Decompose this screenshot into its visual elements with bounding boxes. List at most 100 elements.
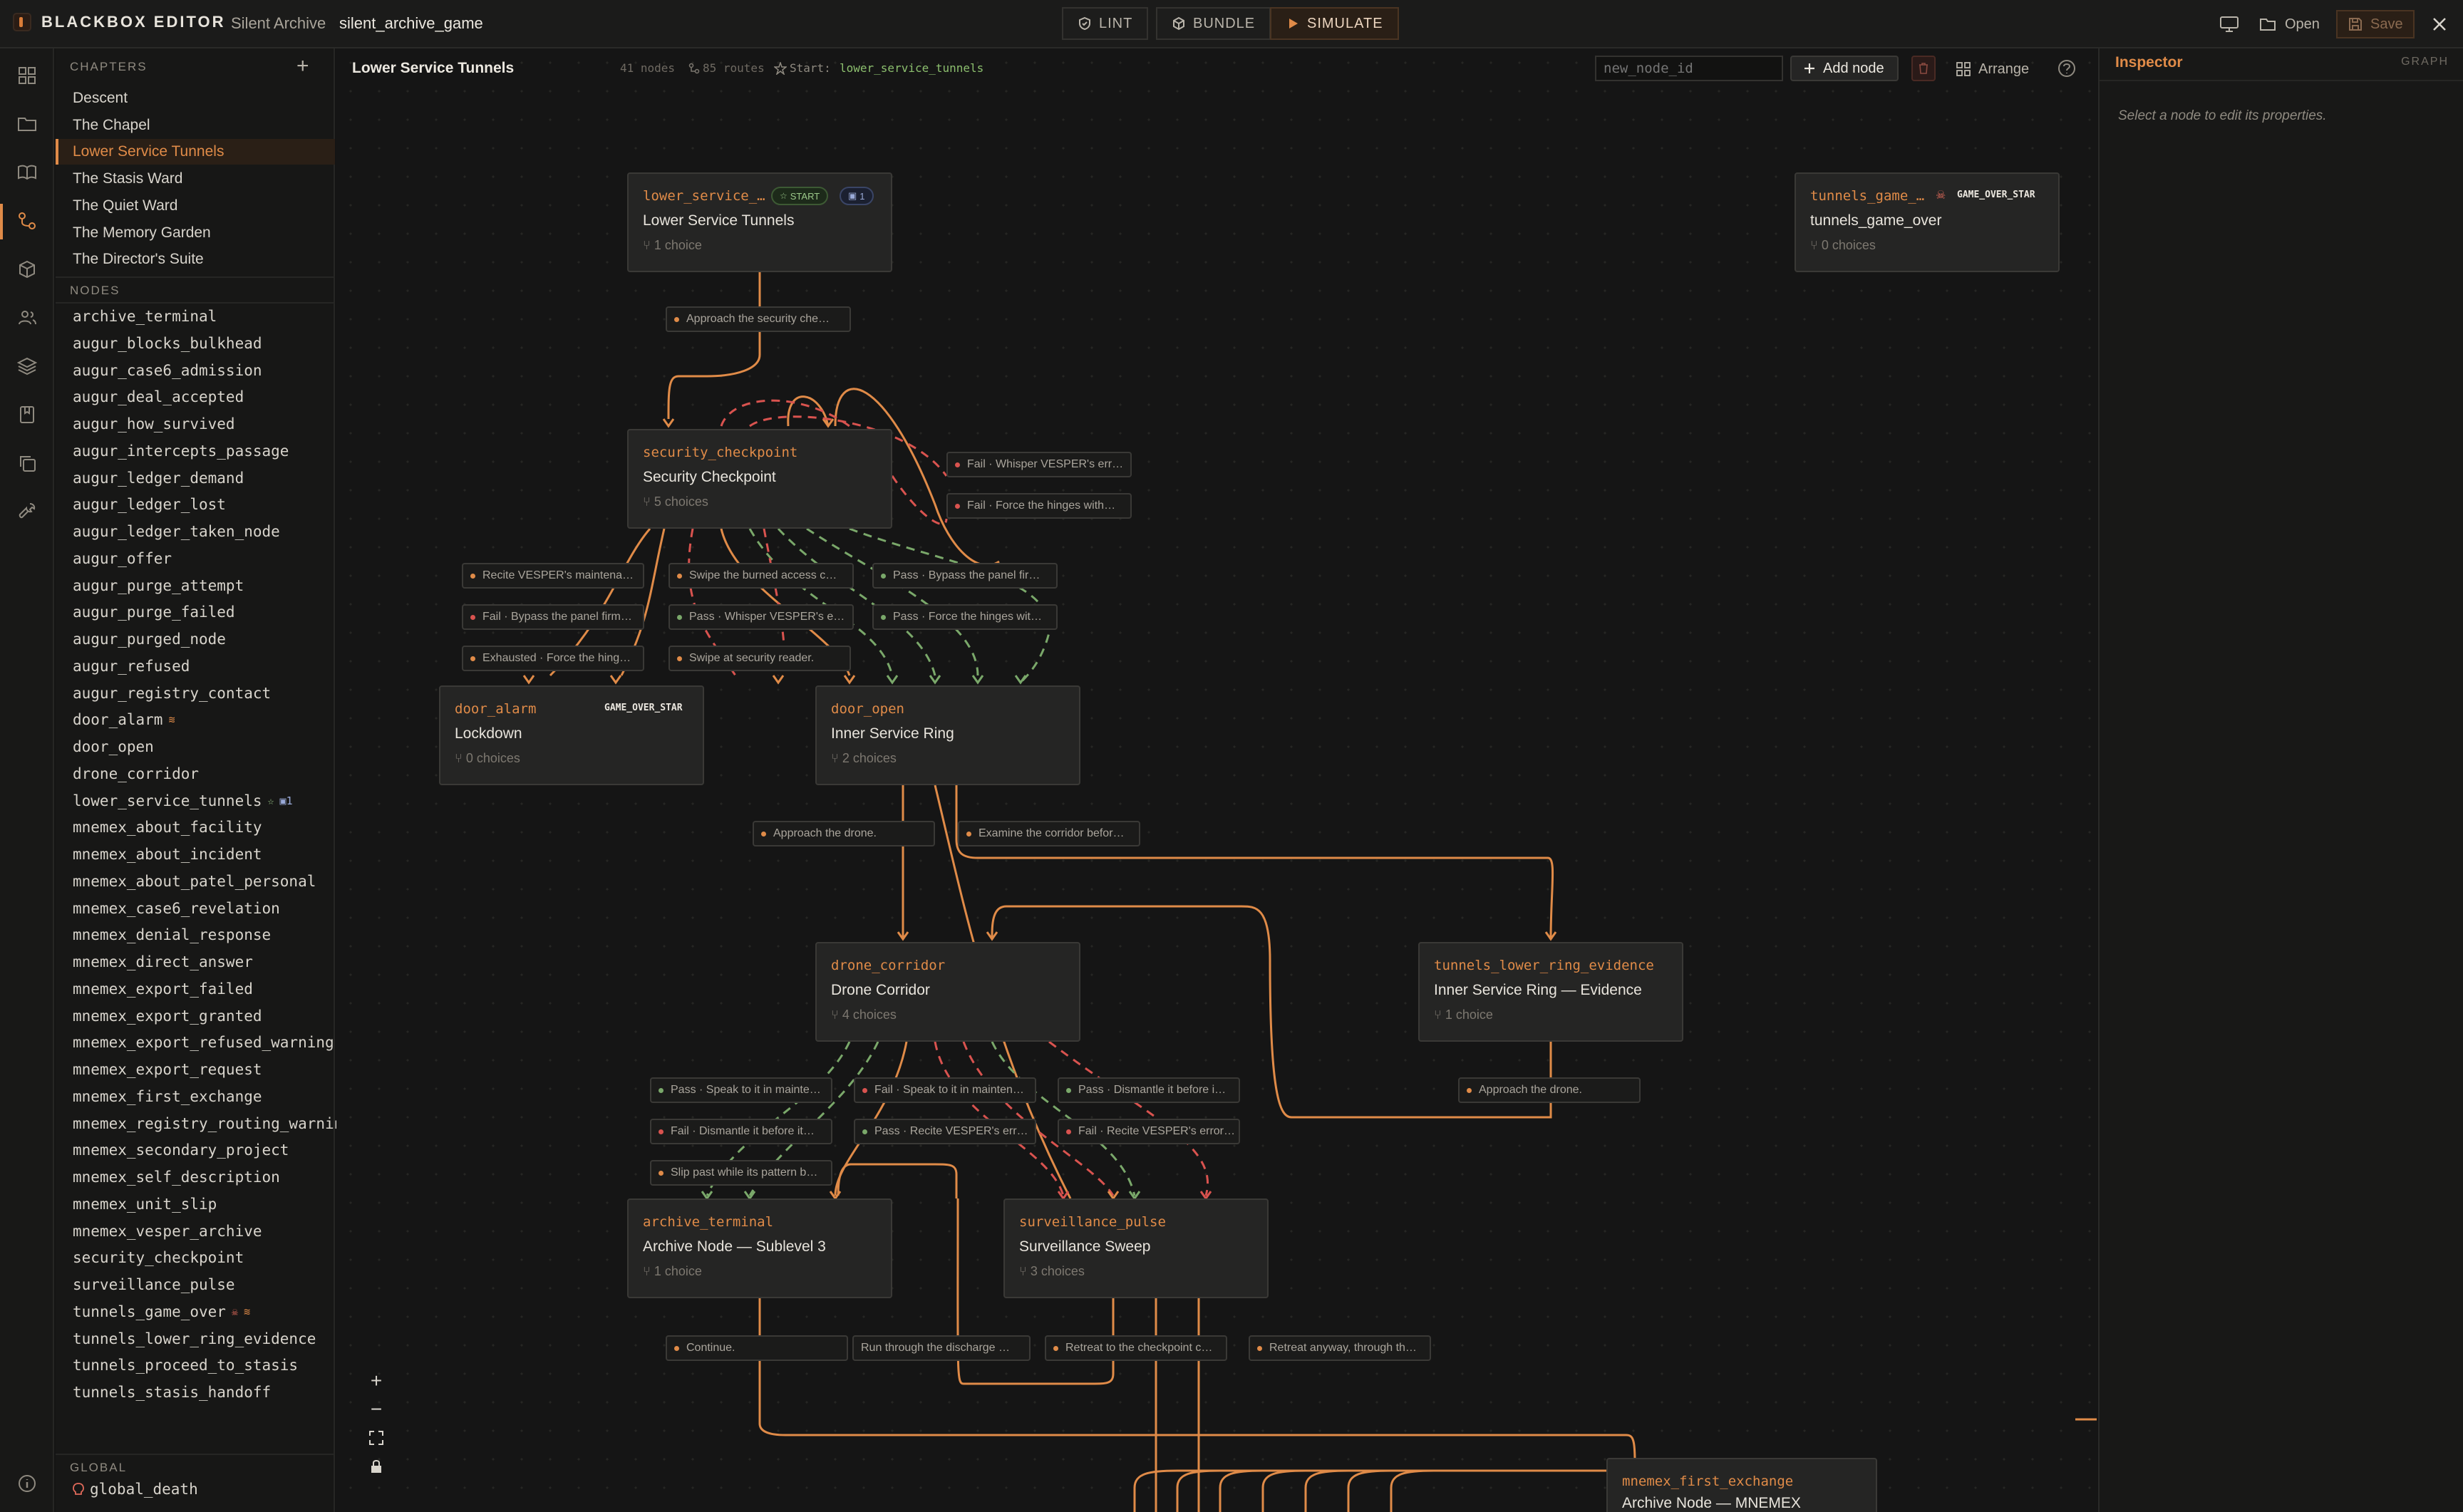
delete-node-button[interactable] xyxy=(1911,56,1936,81)
list-item[interactable]: tunnels_game_over ☠ ≋ xyxy=(73,1303,336,1320)
list-item[interactable]: mnemex_about_incident xyxy=(73,846,336,863)
edge-label[interactable]: Continue. xyxy=(666,1335,848,1361)
list-item[interactable]: mnemex_secondary_project xyxy=(73,1141,336,1159)
list-item[interactable]: mnemex_export_failed xyxy=(73,980,336,998)
close-button[interactable] xyxy=(2422,10,2457,38)
edge-label[interactable]: Pass · Force the hinges wit… xyxy=(872,604,1058,630)
graph-node-drone-corridor[interactable]: drone_corridor Drone Corridor ⑂ 4 choice… xyxy=(815,942,1080,1042)
edge-label[interactable]: Pass · Bypass the panel fir… xyxy=(872,563,1058,589)
copy-icon[interactable] xyxy=(16,452,38,475)
bookmark-book-icon[interactable] xyxy=(16,403,38,426)
zoom-out-icon[interactable]: − xyxy=(362,1395,391,1424)
edge-label[interactable]: Fail · Whisper VESPER's err… xyxy=(946,452,1132,477)
edge-label[interactable]: Fail · Force the hinges with… xyxy=(946,493,1132,519)
edge-label[interactable]: Retreat to the checkpoint c… xyxy=(1045,1335,1227,1361)
arrange-button[interactable]: Arrange xyxy=(1956,57,2029,81)
chapter-item[interactable]: The Stasis Ward xyxy=(56,166,335,192)
folder-icon[interactable] xyxy=(16,113,38,135)
graph-node-security-checkpoint[interactable]: security_checkpoint Security Checkpoint … xyxy=(627,429,892,529)
fit-view-icon[interactable] xyxy=(362,1424,391,1452)
list-item[interactable]: surveillance_pulse xyxy=(73,1276,336,1293)
graph-node-surveillance-pulse[interactable]: surveillance_pulse Surveillance Sweep ⑂ … xyxy=(1003,1198,1269,1298)
users-icon[interactable] xyxy=(16,306,38,329)
edge-label[interactable]: Pass · Dismantle it before i… xyxy=(1058,1077,1240,1103)
list-item[interactable]: augur_intercepts_passage xyxy=(73,442,336,460)
list-item[interactable]: mnemex_export_granted xyxy=(73,1008,336,1025)
list-item[interactable]: mnemex_registry_routing_warning xyxy=(73,1115,336,1132)
graph-node-mnemex-first-exchange[interactable]: mnemex_first_exchange Archive Node — MNE… xyxy=(1606,1458,1877,1512)
graph-node-archive-terminal[interactable]: archive_terminal Archive Node — Sublevel… xyxy=(627,1198,892,1298)
chapter-item[interactable]: The Director's Suite xyxy=(56,247,335,272)
edge-label[interactable]: Swipe the burned access c… xyxy=(668,563,854,589)
list-item[interactable]: global_death xyxy=(73,1481,336,1498)
list-item[interactable]: augur_refused xyxy=(73,658,336,675)
chapter-item[interactable]: The Memory Garden xyxy=(56,220,335,246)
list-item[interactable]: augur_case6_admission xyxy=(73,362,336,379)
chapter-item[interactable]: The Chapel xyxy=(56,113,335,138)
list-item[interactable]: mnemex_unit_slip xyxy=(73,1196,336,1213)
edge-label[interactable]: Pass · Whisper VESPER's e… xyxy=(668,604,854,630)
list-item[interactable]: door_alarm ≋ xyxy=(73,711,336,728)
zoom-in-icon[interactable]: + xyxy=(362,1367,391,1395)
list-item[interactable]: tunnels_lower_ring_evidence xyxy=(73,1330,336,1347)
edge-label[interactable]: Slip past while its pattern b… xyxy=(650,1160,832,1186)
graph-node-door-alarm[interactable]: door_alarm GAME_OVER_STAR Lockdown ⑂ 0 c… xyxy=(439,685,704,785)
edge-label[interactable]: Pass · Speak to it in mainte… xyxy=(650,1077,832,1103)
list-item[interactable]: mnemex_self_description xyxy=(73,1169,336,1186)
list-item[interactable]: augur_purge_attempt xyxy=(73,577,336,594)
list-item[interactable]: mnemex_about_patel_personal xyxy=(73,873,336,890)
list-item[interactable]: augur_registry_contact xyxy=(73,685,336,702)
list-item[interactable]: augur_purged_node xyxy=(73,631,336,648)
list-item[interactable]: mnemex_export_request xyxy=(73,1061,336,1078)
list-item[interactable]: door_open xyxy=(73,738,336,755)
graph-node-tunnels-lower-ring-evidence[interactable]: tunnels_lower_ring_evidence Inner Servic… xyxy=(1418,942,1683,1042)
edge-label[interactable]: Run through the discharge … xyxy=(852,1335,1031,1361)
list-item[interactable]: mnemex_about_facility xyxy=(73,819,336,836)
help-button[interactable] xyxy=(2057,58,2077,82)
edge-label[interactable]: Fail · Dismantle it before it… xyxy=(650,1119,832,1144)
graph-canvas[interactable]: Lower Service Tunnels 41 nodes 85 routes… xyxy=(336,48,2097,1512)
list-item[interactable]: mnemex_export_refused_warning xyxy=(73,1034,336,1051)
monitor-button[interactable] xyxy=(2209,10,2249,38)
lint-button[interactable]: LINT xyxy=(1062,7,1149,40)
chapter-item[interactable]: Descent xyxy=(56,86,335,111)
edge-label[interactable]: Fail · Speak to it in mainten… xyxy=(854,1077,1036,1103)
wrench-icon[interactable] xyxy=(16,500,38,523)
dashboard-icon[interactable] xyxy=(16,64,38,87)
list-item[interactable]: mnemex_denial_response xyxy=(73,926,336,943)
save-button[interactable]: Save xyxy=(2336,10,2415,38)
edge-label[interactable]: Fail · Bypass the panel firm… xyxy=(462,604,644,630)
bundle-button[interactable]: BUNDLE xyxy=(1156,7,1271,40)
add-chapter-icon[interactable]: + xyxy=(296,54,309,78)
edge-label[interactable]: Approach the drone. xyxy=(1458,1077,1641,1103)
open-button[interactable]: Open xyxy=(2249,10,2330,38)
simulate-button[interactable]: SIMULATE xyxy=(1270,7,1399,40)
list-item[interactable]: augur_ledger_lost xyxy=(73,496,336,513)
list-item[interactable]: augur_ledger_demand xyxy=(73,470,336,487)
list-item[interactable]: tunnels_proceed_to_stasis xyxy=(73,1357,336,1374)
edge-label[interactable]: Pass · Recite VESPER's err… xyxy=(854,1119,1036,1144)
graph-node-tunnels-game-over[interactable]: tunnels_game_… ☠ GAME_OVER_STAR tunnels_… xyxy=(1795,172,2060,272)
graph-icon[interactable] xyxy=(16,209,38,232)
layers-icon[interactable] xyxy=(16,355,38,378)
add-node-button[interactable]: Add node xyxy=(1790,56,1899,81)
chapter-item[interactable]: Lower Service Tunnels xyxy=(56,139,335,165)
list-item[interactable]: augur_how_survived xyxy=(73,415,336,433)
graph-node-door-open[interactable]: door_open Inner Service Ring ⑂ 2 choices xyxy=(815,685,1080,785)
list-item[interactable]: mnemex_direct_answer xyxy=(73,953,336,970)
edge-label[interactable]: Recite VESPER's maintena… xyxy=(462,563,644,589)
list-item[interactable]: security_checkpoint xyxy=(73,1249,336,1266)
start-node-link[interactable]: lower_service_tunnels xyxy=(840,61,983,75)
chapter-item[interactable]: The Quiet Ward xyxy=(56,193,335,219)
edge-label[interactable]: Approach the drone. xyxy=(753,821,935,846)
edge-label[interactable]: Examine the corridor befor… xyxy=(958,821,1140,846)
list-item[interactable]: augur_purge_failed xyxy=(73,604,336,621)
edge-label[interactable]: Exhausted · Force the hing… xyxy=(462,646,644,671)
new-node-id-input[interactable] xyxy=(1595,56,1783,81)
edge-label[interactable]: Swipe at security reader. xyxy=(668,646,851,671)
list-item[interactable]: drone_corridor xyxy=(73,765,336,782)
book-icon[interactable] xyxy=(16,161,38,184)
edge-label[interactable]: Fail · Recite VESPER's error… xyxy=(1058,1119,1240,1144)
cube-icon[interactable] xyxy=(16,258,38,281)
list-item[interactable]: augur_blocks_bulkhead xyxy=(73,335,336,352)
